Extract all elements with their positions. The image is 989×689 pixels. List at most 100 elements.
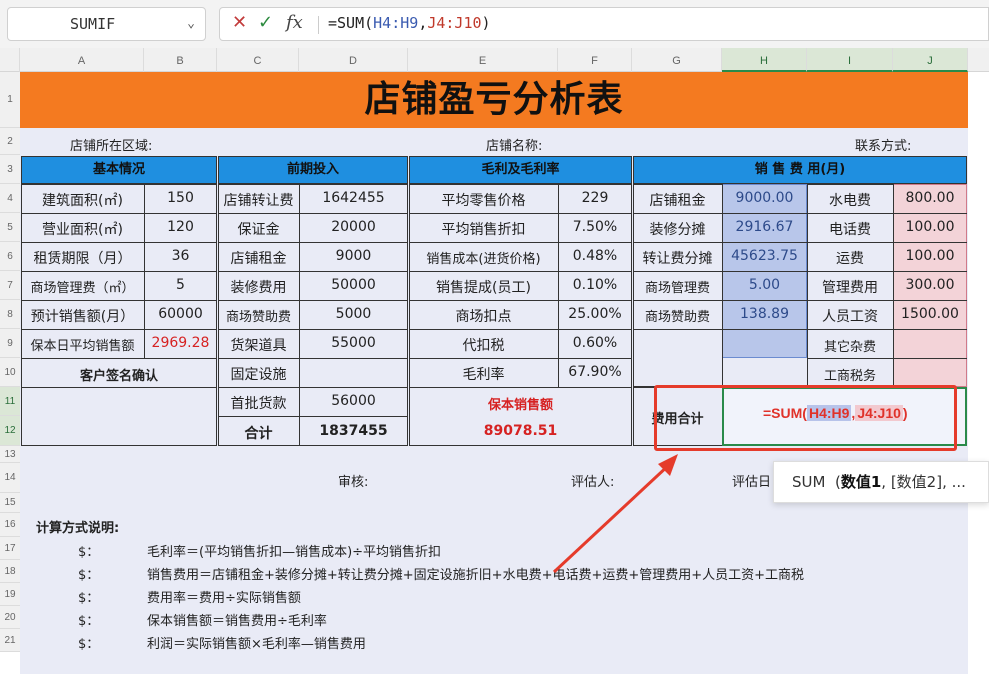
section-basic[interactable]: 基本情况 bbox=[21, 156, 217, 184]
column-header-b[interactable]: B bbox=[144, 48, 217, 72]
sales-right-label-2[interactable]: 电话费 bbox=[807, 219, 893, 239]
basic-label-2[interactable]: 营业面积(㎡) bbox=[21, 219, 144, 239]
sales-left-value-4[interactable]: 5.00 bbox=[722, 277, 807, 293]
row-header-14[interactable]: 14 bbox=[0, 463, 20, 493]
sales-right-label-7[interactable]: 工商税务 bbox=[807, 365, 893, 384]
note-text-1[interactable]: 毛利率＝(平均销售折扣—销售成本)÷平均销售折扣 bbox=[147, 541, 441, 560]
basic-label-6[interactable]: 保本日平均销售额 bbox=[21, 335, 144, 354]
row-header-10[interactable]: 10 bbox=[0, 358, 20, 387]
basic-label-4[interactable]: 商场管理费（㎡） bbox=[21, 277, 144, 296]
row-header-1[interactable]: 1 bbox=[0, 72, 20, 128]
column-header-f[interactable]: F bbox=[558, 48, 632, 72]
early-label-6[interactable]: 货架道具 bbox=[218, 335, 299, 355]
row-header-7[interactable]: 7 bbox=[0, 271, 20, 300]
break-even-value[interactable]: 89078.51 bbox=[409, 423, 632, 439]
margin-value-5[interactable]: 25.00% bbox=[558, 306, 632, 322]
sales-right-label-5[interactable]: 人员工资 bbox=[807, 306, 893, 326]
row-header-17[interactable]: 17 bbox=[0, 537, 20, 560]
sales-right-value-2[interactable]: 100.00 bbox=[893, 219, 967, 235]
sheet-title[interactable]: 店铺盈亏分析表 bbox=[20, 72, 968, 128]
column-header-e[interactable]: E bbox=[408, 48, 558, 72]
margin-label-5[interactable]: 商场扣点 bbox=[409, 306, 558, 326]
early-label-5[interactable]: 商场赞助费 bbox=[218, 306, 299, 325]
row-header-8[interactable]: 8 bbox=[0, 300, 20, 329]
margin-value-4[interactable]: 0.10% bbox=[558, 277, 632, 293]
margin-label-4[interactable]: 销售提成(员工) bbox=[409, 277, 558, 297]
row-header-16[interactable]: 16 bbox=[0, 513, 20, 537]
early-value-1[interactable]: 1642455 bbox=[299, 190, 408, 206]
margin-label-6[interactable]: 代扣税 bbox=[409, 335, 558, 355]
formula-input[interactable]: ✕ ✓ fx =SUM(H4:H9,J4:J10) bbox=[219, 7, 989, 41]
row-header-9[interactable]: 9 bbox=[0, 329, 20, 358]
row-header-19[interactable]: 19 bbox=[0, 583, 20, 606]
row-header-15[interactable]: 15 bbox=[0, 493, 20, 513]
early-label-7[interactable]: 固定设施 bbox=[218, 364, 299, 384]
row-header-6[interactable]: 6 bbox=[0, 242, 20, 271]
audit-label[interactable]: 审核: bbox=[338, 471, 368, 490]
note-text-5[interactable]: 利润＝实际销售额×毛利率—销售费用 bbox=[147, 633, 366, 652]
row-header-20[interactable]: 20 bbox=[0, 606, 20, 629]
early-value-8[interactable]: 56000 bbox=[299, 393, 408, 409]
margin-value-1[interactable]: 229 bbox=[558, 190, 632, 206]
sales-left-label-2[interactable]: 装修分摊 bbox=[633, 219, 722, 239]
column-header-j[interactable]: J bbox=[893, 48, 968, 72]
basic-value-1[interactable]: 150 bbox=[144, 190, 217, 206]
column-header-h[interactable]: H bbox=[722, 48, 807, 72]
note-text-3[interactable]: 费用率＝费用÷实际销售额 bbox=[147, 587, 301, 606]
basic-label-1[interactable]: 建筑面积(㎡) bbox=[21, 190, 144, 210]
early-value-5[interactable]: 5000 bbox=[299, 306, 408, 322]
row-header-13[interactable]: 13 bbox=[0, 446, 20, 463]
sales-left-label-5[interactable]: 商场赞助费 bbox=[633, 306, 722, 325]
cancel-icon[interactable]: ✕ bbox=[232, 12, 247, 33]
early-value-3[interactable]: 9000 bbox=[299, 248, 408, 264]
margin-label-2[interactable]: 平均销售折扣 bbox=[409, 219, 558, 239]
early-total-label[interactable]: 合计 bbox=[218, 423, 299, 443]
margin-label-3[interactable]: 销售成本(进货价格) bbox=[409, 248, 558, 267]
function-icon[interactable]: fx bbox=[286, 12, 303, 33]
sales-right-label-3[interactable]: 运费 bbox=[807, 248, 893, 268]
assess-date-label[interactable]: 评估日 bbox=[732, 471, 771, 490]
notes-title[interactable]: 计算方式说明: bbox=[36, 517, 119, 536]
customer-sign-label[interactable]: 客户签名确认 bbox=[21, 365, 217, 384]
early-value-2[interactable]: 20000 bbox=[299, 219, 408, 235]
section-margin[interactable]: 毛利及毛利率 bbox=[409, 156, 632, 184]
margin-label-7[interactable]: 毛利率 bbox=[409, 364, 558, 384]
sales-left-label-4[interactable]: 商场管理费 bbox=[633, 277, 722, 296]
sales-left-label-1[interactable]: 店铺租金 bbox=[633, 190, 722, 210]
column-header-i[interactable]: I bbox=[807, 48, 893, 72]
sales-right-label-4[interactable]: 管理费用 bbox=[807, 277, 893, 297]
row-header-2[interactable]: 2 bbox=[0, 128, 20, 155]
sales-right-value-1[interactable]: 800.00 bbox=[893, 190, 967, 206]
sales-left-value-1[interactable]: 9000.00 bbox=[722, 190, 807, 206]
column-header-d[interactable]: D bbox=[299, 48, 408, 72]
sales-right-value-3[interactable]: 100.00 bbox=[893, 248, 967, 264]
margin-value-6[interactable]: 0.60% bbox=[558, 335, 632, 351]
store-name-label[interactable]: 店铺名称: bbox=[486, 135, 542, 154]
row-header-12[interactable]: 12 bbox=[0, 416, 20, 446]
sales-left-value-5[interactable]: 138.89 bbox=[722, 306, 807, 322]
row-header-3[interactable]: 3 bbox=[0, 155, 20, 184]
basic-value-4[interactable]: 5 bbox=[144, 277, 217, 293]
break-even-label[interactable]: 保本销售额 bbox=[409, 394, 632, 413]
basic-value-5[interactable]: 60000 bbox=[144, 306, 217, 322]
chevron-down-icon[interactable]: ⌄ bbox=[187, 8, 195, 40]
column-header-c[interactable]: C bbox=[217, 48, 299, 72]
row-header-21[interactable]: 21 bbox=[0, 629, 20, 652]
basic-value-2[interactable]: 120 bbox=[144, 219, 217, 235]
row-header-18[interactable]: 18 bbox=[0, 560, 20, 583]
basic-value-6[interactable]: 2969.28 bbox=[144, 335, 217, 351]
sales-right-value-4[interactable]: 300.00 bbox=[893, 277, 967, 293]
early-label-3[interactable]: 店铺租金 bbox=[218, 248, 299, 268]
basic-label-3[interactable]: 租赁期限（月） bbox=[21, 248, 144, 268]
early-label-2[interactable]: 保证金 bbox=[218, 219, 299, 239]
section-sales-cost[interactable]: 销 售 费 用(月) bbox=[633, 156, 967, 184]
margin-value-7[interactable]: 67.90% bbox=[558, 364, 632, 380]
early-label-4[interactable]: 装修费用 bbox=[218, 277, 299, 297]
section-early-investment[interactable]: 前期投入 bbox=[218, 156, 408, 184]
sales-right-label-6[interactable]: 其它杂费 bbox=[807, 336, 893, 355]
select-all-corner[interactable] bbox=[0, 48, 20, 72]
sales-left-value-2[interactable]: 2916.67 bbox=[722, 219, 807, 235]
early-label-8[interactable]: 首批货款 bbox=[218, 393, 299, 413]
margin-value-2[interactable]: 7.50% bbox=[558, 219, 632, 235]
sales-right-value-5[interactable]: 1500.00 bbox=[893, 306, 967, 322]
